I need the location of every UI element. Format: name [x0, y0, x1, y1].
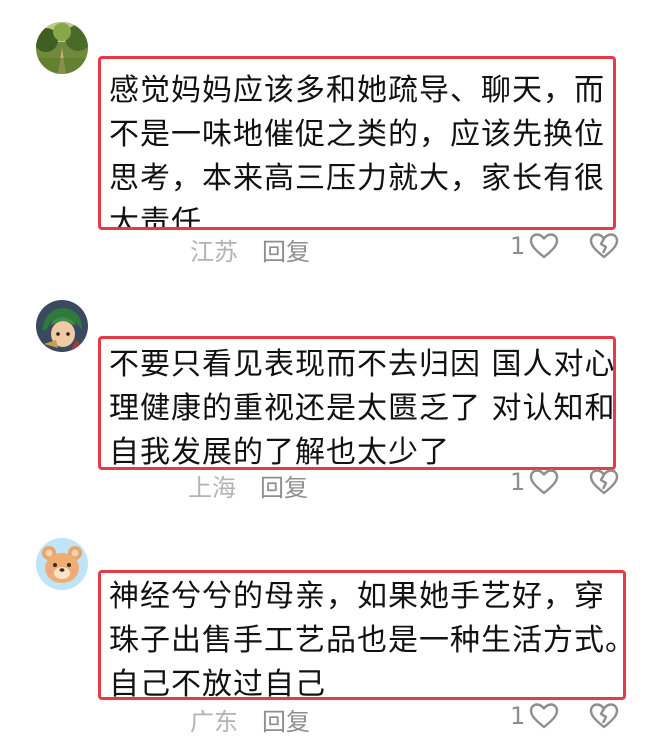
dislike-broken-heart-icon[interactable] — [588, 466, 620, 498]
comment-text-line: 感觉妈妈应该多和她疏导、聊天，而 — [109, 73, 605, 108]
comment-text-line: 大责任 — [109, 205, 202, 230]
avatar[interactable] — [36, 300, 88, 352]
location-label: 江苏 — [190, 238, 238, 266]
anime-character-avatar-icon — [36, 300, 88, 352]
reply-button[interactable]: 回复 — [262, 702, 310, 737]
location-label: 广东 — [190, 708, 238, 736]
like-heart-icon[interactable] — [528, 700, 560, 732]
like-count: 1 — [510, 702, 526, 730]
comment-item: 不要只看见表现而不去归因 国人对心 理健康的重视还是太匮乏了 对认知和 自我发展… — [0, 270, 653, 510]
reply-button[interactable]: 回复 — [260, 468, 308, 503]
forest-path-avatar-icon — [36, 22, 88, 74]
comment-text-line: 不是一味地催促之类的，应该先换位 — [109, 117, 605, 152]
comment-item: 感觉妈妈应该多和她疏导、聊天，而 不是一味地催促之类的，应该先换位 思考，本来高… — [0, 0, 653, 270]
like-count: 1 — [510, 468, 526, 496]
avatar[interactable] — [36, 538, 88, 590]
comment-meta-row: 广东 回复 1 — [0, 700, 653, 736]
comment-text-line: 理健康的重视还是太匮乏了 对认知和 — [109, 391, 616, 426]
comment-text-highlight: 感觉妈妈应该多和她疏导、聊天，而 不是一味地催促之类的，应该先换位 思考，本来高… — [98, 56, 616, 230]
dislike-broken-heart-icon[interactable] — [588, 700, 620, 732]
comment-text-line: 思考，本来高三压力就大，家长有很 — [109, 161, 605, 196]
reply-button[interactable]: 回复 — [262, 232, 310, 267]
location-label: 上海 — [188, 474, 236, 502]
comment-item: 神经兮兮的母亲，如果她手艺好，穿 珠子出售手工艺品也是一种生活方式。 自己不放过… — [0, 510, 653, 736]
comment-meta-row: 江苏 回复 1 — [0, 230, 653, 266]
comment-text-line: 不要只看见表现而不去归因 国人对心 — [109, 347, 616, 382]
comment-text-line: 珠子出售手工艺品也是一种生活方式。 — [109, 623, 626, 658]
like-count: 1 — [510, 232, 526, 260]
dislike-broken-heart-icon[interactable] — [588, 230, 620, 262]
cartoon-bear-avatar-icon — [36, 538, 88, 590]
comment-text-line: 自己不放过自己 — [109, 667, 326, 700]
comment-text-highlight: 神经兮兮的母亲，如果她手艺好，穿 珠子出售手工艺品也是一种生活方式。 自己不放过… — [98, 570, 626, 700]
comment-text-line: 神经兮兮的母亲，如果她手艺好，穿 — [109, 579, 605, 614]
like-heart-icon[interactable] — [528, 466, 560, 498]
comment-text-highlight: 不要只看见表现而不去归因 国人对心 理健康的重视还是太匮乏了 对认知和 自我发展… — [98, 336, 616, 470]
comment-text-line: 自我发展的了解也太少了 — [109, 435, 450, 470]
comment-meta-row: 上海 回复 1 — [0, 466, 653, 502]
avatar[interactable] — [36, 22, 88, 74]
like-heart-icon[interactable] — [528, 230, 560, 262]
